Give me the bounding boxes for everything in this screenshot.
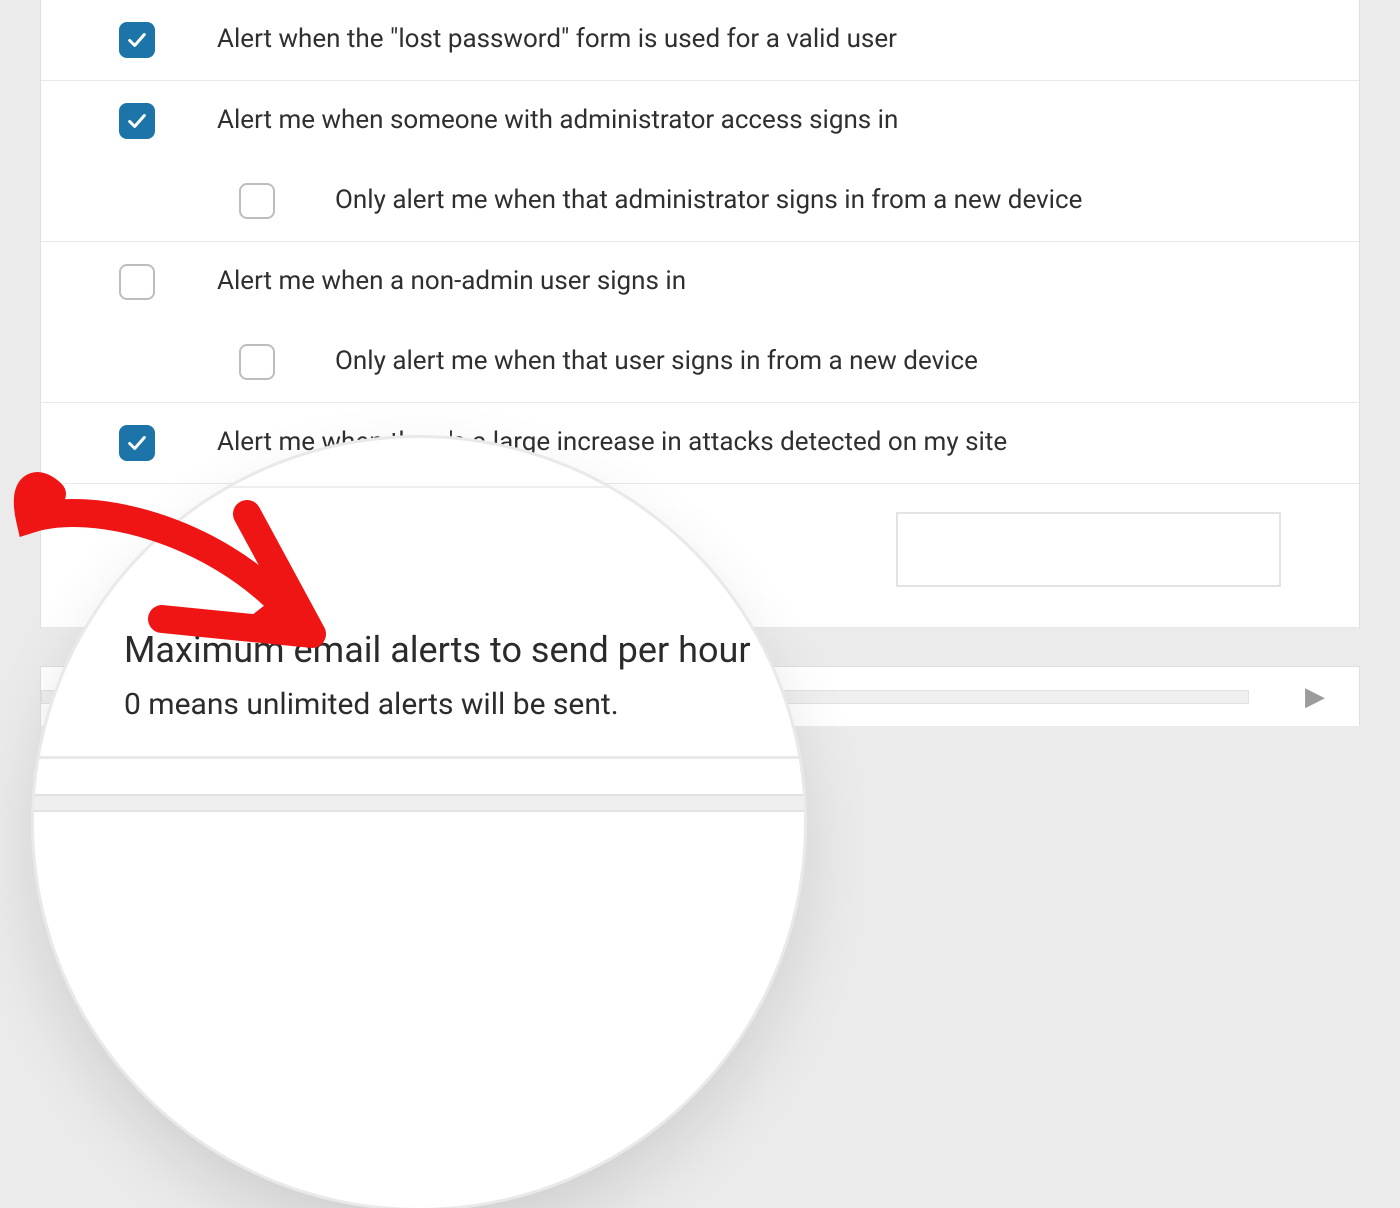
scroll-right-icon[interactable]: ▶ xyxy=(1305,682,1325,712)
magnifier-callout: Maximum email alerts to send per hour 0 … xyxy=(34,438,804,1208)
option-label: Alert me when someone with administrator… xyxy=(217,104,898,138)
option-row-admin-new-device: Only alert me when that administrator si… xyxy=(41,161,1359,242)
magnifier-divider xyxy=(34,756,804,759)
checkbox-nonadmin-signin[interactable] xyxy=(119,264,155,300)
magnifier-scroll-track xyxy=(34,794,804,812)
checkbox-admin-new-device[interactable] xyxy=(239,183,275,219)
option-label: Alert me when a non-admin user signs in xyxy=(217,265,686,299)
option-row-admin-signin: Alert me when someone with administrator… xyxy=(41,81,1359,161)
option-label: Only alert me when that user signs in fr… xyxy=(335,345,978,379)
option-row-nonadmin-signin: Alert me when a non-admin user signs in xyxy=(41,242,1359,322)
option-label: Only alert me when that administrator si… xyxy=(335,184,1082,218)
option-row-nonadmin-new-device: Only alert me when that user signs in fr… xyxy=(41,322,1359,403)
max-alerts-input[interactable] xyxy=(896,512,1281,587)
option-label: Alert when the "lost password" form is u… xyxy=(217,23,897,57)
checkbox-nonadmin-new-device[interactable] xyxy=(239,344,275,380)
max-alerts-subtitle: 0 means unlimited alerts will be sent. xyxy=(124,687,804,722)
checkbox-lost-password[interactable] xyxy=(119,22,155,58)
option-row-lost-password: Alert when the "lost password" form is u… xyxy=(41,0,1359,81)
checkbox-admin-signin[interactable] xyxy=(119,103,155,139)
max-alerts-title: Maximum email alerts to send per hour xyxy=(124,628,804,673)
check-icon xyxy=(126,29,148,51)
check-icon xyxy=(126,110,148,132)
